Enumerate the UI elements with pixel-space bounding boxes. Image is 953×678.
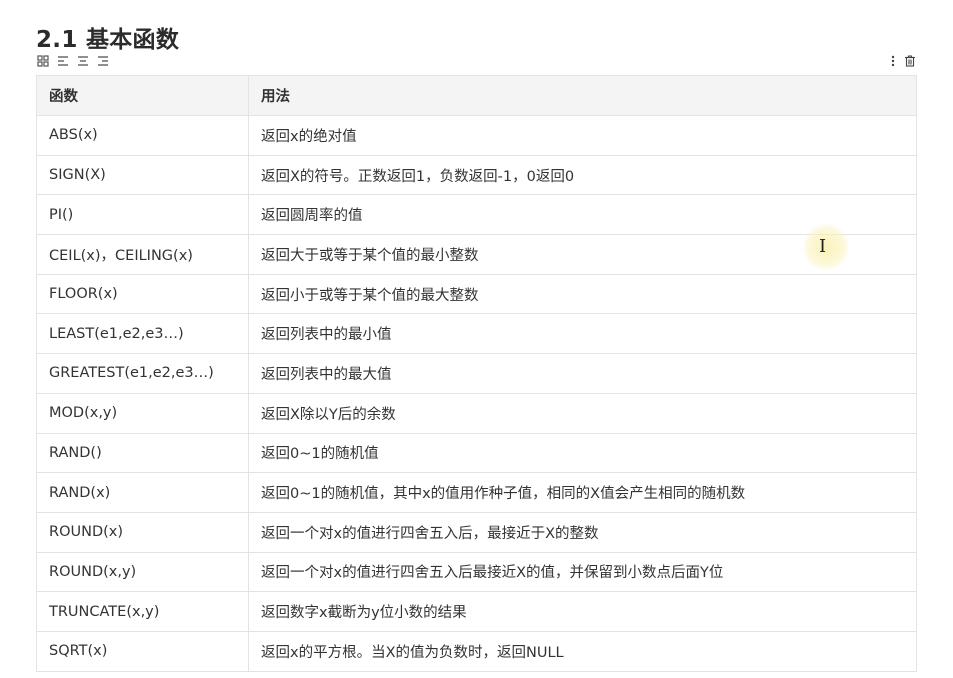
align-center-icon[interactable]	[77, 55, 89, 67]
table-row: ABS(x) 返回x的绝对值	[36, 115, 917, 156]
usage-cell[interactable]: 返回0~1的随机值	[248, 432, 917, 474]
more-vertical-icon[interactable]	[887, 55, 899, 67]
function-cell[interactable]: ROUND(x,y)	[36, 551, 249, 593]
table-row: ROUND(x) 返回一个对x的值进行四舍五入后，最接近于X的整数	[36, 511, 917, 553]
function-cell[interactable]: CEIL(x)，CEILING(x)	[36, 234, 249, 275]
usage-cell[interactable]: 返回0~1的随机值，其中x的值用作种子值，相同的X值会产生相同的随机数	[248, 472, 917, 513]
table-row: GREATEST(e1,e2,e3…) 返回列表中的最大值	[36, 353, 917, 394]
table-row: SQRT(x) 返回x的平方根。当X的值为负数时，返回NULL	[36, 630, 917, 672]
usage-cell[interactable]: 返回列表中的最小值	[248, 313, 917, 355]
usage-cell[interactable]: 返回X的符号。正数返回1，负数返回-1，0返回0	[248, 154, 917, 196]
function-cell[interactable]: SIGN(X)	[36, 154, 249, 196]
table-toolbar	[37, 55, 109, 67]
usage-cell[interactable]: 返回列表中的最大值	[248, 353, 917, 394]
function-cell[interactable]: RAND()	[36, 432, 249, 474]
table-row: ROUND(x,y) 返回一个对x的值进行四舍五入后最接近X的值，并保留到小数点后…	[36, 551, 917, 593]
function-cell[interactable]: RAND(x)	[36, 472, 249, 513]
function-cell[interactable]: ABS(x)	[36, 115, 249, 156]
usage-cell[interactable]: 返回数字x截断为y位小数的结果	[248, 591, 917, 632]
function-cell[interactable]: ROUND(x)	[36, 511, 249, 553]
function-cell[interactable]: PI()	[36, 194, 249, 236]
grid-icon[interactable]	[37, 55, 49, 67]
text-cursor-icon: I	[819, 236, 827, 257]
table-header-row: 函数 用法	[36, 75, 917, 116]
usage-cell[interactable]: 返回x的平方根。当X的值为负数时，返回NULL	[248, 630, 917, 672]
column-header-function[interactable]: 函数	[36, 75, 249, 116]
function-cell[interactable]: FLOOR(x)	[36, 273, 249, 315]
function-cell[interactable]: LEAST(e1,e2,e3…)	[36, 313, 249, 355]
table-row: PI() 返回圆周率的值	[36, 194, 917, 236]
table-row: MOD(x,y) 返回X除以Y后的余数	[36, 392, 917, 434]
align-right-icon[interactable]	[97, 55, 109, 67]
function-cell[interactable]: GREATEST(e1,e2,e3…)	[36, 353, 249, 394]
usage-cell[interactable]: 返回x的绝对值	[248, 115, 917, 156]
align-left-icon[interactable]	[57, 55, 69, 67]
column-header-usage[interactable]: 用法	[248, 75, 917, 116]
usage-cell[interactable]: 返回一个对x的值进行四舍五入后，最接近于X的整数	[248, 511, 917, 553]
function-cell[interactable]: MOD(x,y)	[36, 392, 249, 434]
function-cell[interactable]: TRUNCATE(x,y)	[36, 591, 249, 632]
usage-cell[interactable]: 返回小于或等于某个值的最大整数	[248, 273, 917, 315]
table-row: RAND(x) 返回0~1的随机值，其中x的值用作种子值，相同的X值会产生相同的随…	[36, 472, 917, 513]
table-row: RAND() 返回0~1的随机值	[36, 432, 917, 474]
usage-cell[interactable]: 返回X除以Y后的余数	[248, 392, 917, 434]
table-row: FLOOR(x) 返回小于或等于某个值的最大整数	[36, 273, 917, 315]
table-actions	[887, 55, 916, 67]
trash-icon[interactable]	[904, 55, 916, 67]
section-heading: 2.1 基本函数	[36, 27, 180, 53]
table-row: TRUNCATE(x,y) 返回数字x截断为y位小数的结果	[36, 591, 917, 632]
function-cell[interactable]: SQRT(x)	[36, 630, 249, 672]
table-row: CEIL(x)，CEILING(x) 返回大于或等于某个值的最小整数	[36, 234, 917, 275]
usage-cell[interactable]: 返回一个对x的值进行四舍五入后最接近X的值，并保留到小数点后面Y位	[248, 551, 917, 593]
functions-table: 函数 用法 ABS(x) 返回x的绝对值 SIGN(X) 返回X的符号。正数返回1，…	[36, 75, 917, 672]
table-row: LEAST(e1,e2,e3…) 返回列表中的最小值	[36, 313, 917, 355]
table-row: SIGN(X) 返回X的符号。正数返回1，负数返回-1，0返回0	[36, 154, 917, 196]
